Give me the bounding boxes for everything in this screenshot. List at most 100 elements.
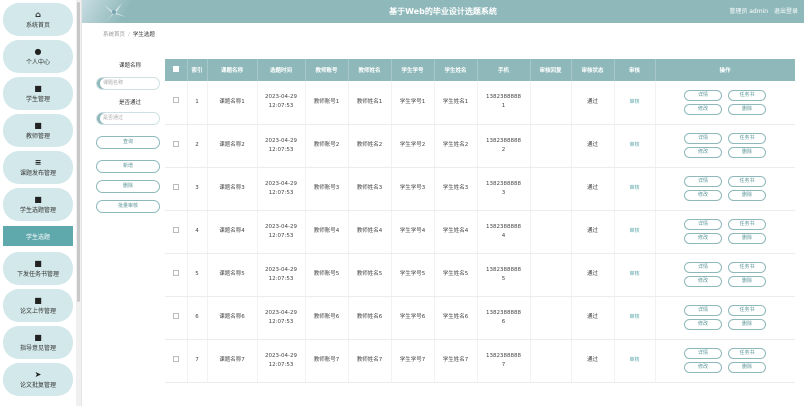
audit-link[interactable]: 审核	[629, 357, 639, 363]
audit-link[interactable]: 审核	[629, 271, 639, 277]
delete-row-button[interactable]: 删除	[728, 362, 766, 373]
batch-audit-button[interactable]: 批量审核	[96, 200, 160, 213]
phone-text-tail: 5	[501, 275, 506, 282]
row-actions: 详情 任务书 修改 删除	[680, 348, 770, 373]
edit-button[interactable]: 修改	[684, 103, 722, 115]
task-book-button[interactable]: 任务书	[728, 262, 766, 273]
table-row: 4 课题名称4 2023-04-29 12:07:53 教师账号4 教师姓名4 学生学号4 学…	[165, 210, 795, 254]
column-header: 审核状态	[571, 59, 615, 81]
row-checkbox[interactable]	[172, 183, 179, 190]
sidebar-item-topic-publish[interactable]: ≡ 课题发布管理	[3, 151, 73, 184]
topic-cell: 课题名称1	[207, 81, 258, 125]
table-row: 1 课题名称1 2023-04-29 12:07:53 教师账号1 教师姓名1 学生学号1 学…	[165, 81, 795, 125]
row-checkbox[interactable]	[172, 269, 179, 276]
delete-row-button[interactable]: 删除	[728, 276, 766, 287]
teacher-account-cell: 教师账号4	[305, 210, 349, 254]
delete-row-button[interactable]: 删除	[728, 190, 766, 201]
sidebar-item-teachers[interactable]: ■ 教师管理	[3, 114, 73, 147]
row-select-cell[interactable]	[165, 210, 188, 254]
edit-button[interactable]: 修改	[684, 362, 722, 373]
time-text: 12:07:53	[268, 275, 294, 282]
select-all-header[interactable]	[165, 59, 188, 81]
selection-time-cell: 2023-04-29 12:07:53	[257, 167, 306, 211]
teacher-account-cell: 教师账号5	[305, 253, 349, 297]
sidebar-item-home[interactable]: ⌂ 系统首页	[3, 3, 73, 36]
edit-button[interactable]: 修改	[684, 233, 722, 244]
student-id-cell: 学生学号5	[391, 253, 435, 297]
approved-select[interactable]: 是否通过	[96, 112, 160, 125]
task-book-button[interactable]: 任务书	[728, 219, 766, 230]
audit-link[interactable]: 审核	[629, 185, 639, 191]
task-book-button[interactable]: 任务书	[728, 305, 766, 316]
row-checkbox[interactable]	[172, 226, 179, 233]
audit-status-cell: 通过	[571, 253, 615, 297]
add-button[interactable]: 新增	[96, 160, 160, 173]
edit-button[interactable]: 修改	[684, 319, 722, 330]
audit-reply-cell	[530, 210, 572, 254]
row-select-cell[interactable]	[165, 296, 188, 340]
delete-button[interactable]: 删除	[96, 180, 160, 193]
task-book-button[interactable]: 任务书	[728, 348, 766, 359]
audit-link[interactable]: 审核	[629, 314, 639, 320]
phone-cell: 1382388888 4	[477, 210, 531, 254]
phone-text: 1382388888	[486, 137, 521, 144]
row-checkbox[interactable]	[172, 312, 179, 319]
detail-button[interactable]: 详情	[684, 219, 722, 230]
task-book-button[interactable]: 任务书	[728, 176, 766, 187]
sidebar-item-guidance[interactable]: ■ 指导意见管理	[3, 326, 73, 359]
task-book-button[interactable]: 任务书	[728, 133, 766, 144]
row-checkbox[interactable]	[172, 97, 179, 104]
detail-button[interactable]: 详情	[684, 262, 722, 273]
phone-text: 1382388888	[486, 180, 521, 187]
sidebar-scrollbar-thumb[interactable]	[77, 2, 80, 302]
date-text: 2023-04-29	[265, 223, 297, 230]
phone-text: 1382388888	[486, 352, 521, 359]
table-row: 2 课题名称2 2023-04-29 12:07:53 教师账号2 教师姓名2 学生学号2 学…	[165, 124, 795, 168]
student-id-cell: 学生学号6	[391, 296, 435, 340]
row-select-cell[interactable]	[165, 81, 188, 125]
topic-cell: 课题名称3	[207, 167, 258, 211]
query-button[interactable]: 查询	[96, 136, 160, 149]
sidebar-subitem-student-selection[interactable]: 学生选题	[3, 226, 73, 246]
home-icon: ⌂	[35, 9, 41, 19]
task-book-button[interactable]: 任务书	[728, 89, 766, 101]
sidebar-item-topic-selection[interactable]: ■ 学生选题管理	[3, 188, 73, 221]
detail-button[interactable]: 详情	[684, 89, 722, 101]
row-select-cell[interactable]	[165, 124, 188, 168]
delete-row-button[interactable]: 删除	[728, 233, 766, 244]
time-text: 12:07:53	[268, 103, 294, 110]
delete-row-button[interactable]: 删除	[728, 147, 766, 158]
detail-button[interactable]: 详情	[684, 176, 722, 187]
actions-cell: 详情 任务书 修改 删除	[655, 253, 795, 297]
row-select-cell[interactable]	[165, 167, 188, 211]
delete-row-button[interactable]: 删除	[728, 319, 766, 330]
select-all-checkbox[interactable]	[172, 66, 179, 72]
row-select-cell[interactable]	[165, 253, 188, 297]
sidebar-item-students[interactable]: ■ 学生管理	[3, 77, 73, 110]
sidebar-item-paper-reply[interactable]: ➤ 论文批复管理	[3, 363, 73, 396]
detail-button[interactable]: 详情	[684, 305, 722, 316]
detail-button[interactable]: 详情	[684, 133, 722, 144]
edit-button[interactable]: 修改	[684, 190, 722, 201]
row-checkbox[interactable]	[172, 140, 179, 147]
edit-button[interactable]: 修改	[684, 276, 722, 287]
detail-button[interactable]: 详情	[684, 348, 722, 359]
sidebar-item-label: 论文批复管理	[19, 381, 56, 389]
audit-link[interactable]: 审核	[629, 99, 639, 105]
edit-button[interactable]: 修改	[684, 147, 722, 158]
row-select-cell[interactable]	[165, 339, 188, 383]
audit-link[interactable]: 审核	[629, 142, 639, 148]
sidebar-item-paper-upload[interactable]: ■ 论文上传管理	[3, 289, 73, 322]
delete-row-button[interactable]: 删除	[728, 103, 766, 115]
topic-name-input[interactable]: 课题名称	[96, 77, 160, 90]
sidebar-item-profile[interactable]: ● 个人中心	[3, 40, 73, 73]
audit-link[interactable]: 审核	[629, 228, 639, 234]
time-text: 12:07:53	[268, 232, 294, 239]
logout-link[interactable]: 退出登录	[774, 8, 798, 15]
sidebar-item-task-book[interactable]: ■ 下发任务书管理	[3, 252, 73, 285]
app-title: 基于Web的毕业设计选题系统	[389, 7, 497, 16]
table-body: 1 课题名称1 2023-04-29 12:07:53 教师账号1 教师姓名1 学生学号1 学…	[165, 81, 795, 383]
row-checkbox[interactable]	[172, 355, 179, 362]
teacher-account-cell: 教师账号6	[305, 296, 349, 340]
breadcrumb-home[interactable]: 系统首页	[103, 32, 125, 38]
